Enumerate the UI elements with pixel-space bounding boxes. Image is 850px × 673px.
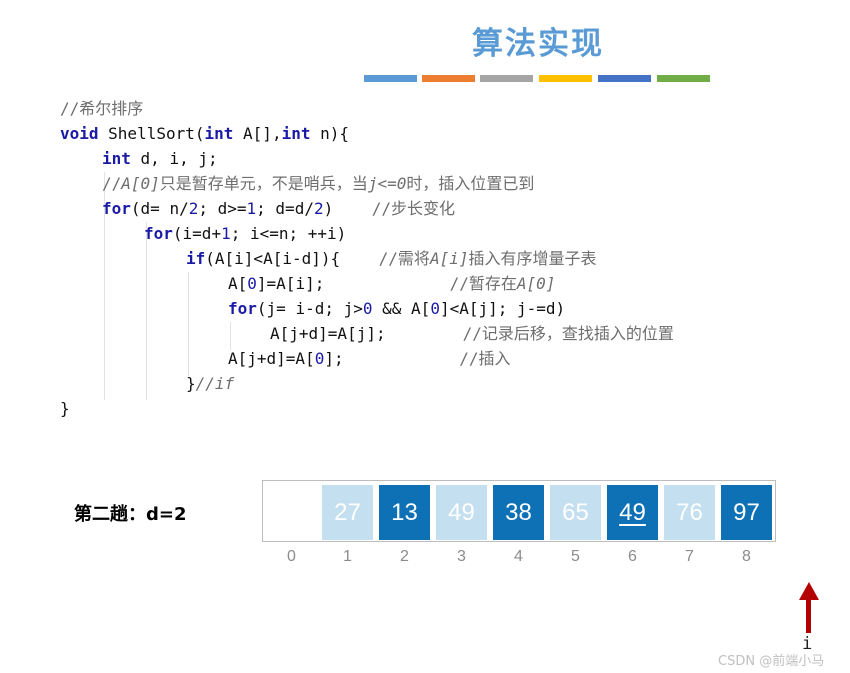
code-text: (A[i]<A[i-d]){ [205,249,379,268]
comment: 只是暂存单元，不是哨兵，当 [159,174,368,193]
comment: //需将 [378,249,430,268]
array-cell-8: 97 [721,485,772,540]
comment: //步长变化 [371,199,456,218]
keyword: int [102,149,131,168]
code-text: (j= i-d; j> [256,299,363,318]
keyword: for [228,299,257,318]
number-literal: 0 [430,299,440,318]
array-cell-6: 49 [607,485,658,540]
code-text: ; d=d/ [256,199,314,218]
code-text: ) [323,199,372,218]
array-index-3: 3 [457,548,466,565]
color-bar-segment-2 [422,75,475,82]
keyword: for [102,199,131,218]
code-text: n){ [310,124,350,143]
watermark: CSDN @前端小马 [718,654,825,669]
code-text: ShellSort( [98,124,205,143]
number-literal: 0 [247,274,257,293]
number-literal: 1 [246,199,257,218]
indent-guide [188,272,189,376]
number-literal: 0 [362,299,373,318]
color-bar-segment-5 [598,75,651,82]
indent-guide [146,222,147,400]
code-line-2: void ShellSort(int A[],int n){ [60,121,349,146]
pass-label: 第二趟：d=2 [74,504,187,525]
code-text: && A[ [372,299,431,318]
code-text: ; i<=n; ++i) [230,224,347,243]
keyword: for [144,224,173,243]
array-index-6: 6 [628,548,637,565]
array-cell-4: 38 [493,485,544,540]
code-text: ]; [324,349,460,368]
array-cell-5: 65 [550,485,601,540]
color-bar-segment-1 [364,75,417,82]
color-bar-segment-4 [539,75,592,82]
array-cell-7: 76 [664,485,715,540]
color-bar-segment-3 [480,75,533,82]
code-text: ]<A[j]; j-=d) [439,299,566,318]
code-text: ]=A[i]; [256,274,450,293]
code-text: A[ [228,274,248,293]
array-index-2: 2 [400,548,409,565]
code-line-3: int d, i, j; [102,146,218,171]
array-index-8: 8 [742,548,751,565]
code-text: } [186,374,196,393]
comment: j<=0 [367,174,407,193]
keyword: int [281,124,311,143]
code-line-4: //A[0]只是暂存单元，不是哨兵，当j<=0时，插入位置已到 [102,171,534,196]
array-index-5: 5 [571,548,580,565]
color-bar-segment-6 [657,75,710,82]
code-line-11: A[j+d]=A[0]; //插入 [228,346,510,371]
code-line-12: }//if [186,371,234,396]
array-index-7: 7 [685,548,694,565]
number-literal: 0 [314,349,325,368]
code-text: (d= n/ [130,199,189,218]
keyword: int [204,124,234,143]
comment: //记录后移，查找插入的位置 [462,324,674,343]
comment: A[i] [429,249,469,268]
code-text: A[j+d]=A[j]; [270,324,463,343]
code-line-6: for(i=d+1; i<=n; ++i) [144,221,346,246]
code-text: ; d>= [198,199,247,218]
code-line-8: A[0]=A[i]; //暂存在A[0] [228,271,555,296]
array-cell-1: 27 [322,485,373,540]
page-title: 算法实现 [472,26,604,62]
number-literal: 2 [188,199,199,218]
keyword: if [186,249,206,268]
code-text: A[], [233,124,282,143]
pointer-arrow-shaft [806,598,811,633]
comment: //插入 [459,349,511,368]
code-line-9: for(j= i-d; j>0 && A[0]<A[j]; j-=d) [228,296,565,321]
number-literal: 2 [313,199,324,218]
comment: 时，插入位置已到 [406,174,535,193]
comment: //暂存在 [449,274,517,293]
code-line-10: A[j+d]=A[j]; //记录后移，查找插入的位置 [270,321,674,346]
code-line-13: } [60,399,70,418]
array-index-0: 0 [287,548,296,565]
comment: A[0] [516,274,556,293]
comment: // [102,174,122,193]
number-literal: 1 [221,224,231,243]
code-line-7: if(A[i]<A[i-d]){ //需将A[i]插入有序增量子表 [186,246,596,271]
code-text: (i=d+ [172,224,222,243]
array-cell-value: 49 [619,498,646,526]
code-text: d, i, j; [130,149,218,168]
array-cell-3: 49 [436,485,487,540]
code-text: A[j+d]=A[ [228,349,315,368]
code-line-1: //希尔排序 [60,99,144,118]
array-index-1: 1 [343,548,352,565]
keyword: void [60,124,99,143]
array-cell-0 [266,485,317,540]
code-line-5: for(d= n/2; d>=1; d=d/2) //步长变化 [102,196,455,221]
comment: //if [195,374,235,393]
array-index-4: 4 [514,548,523,565]
array-cell-2: 13 [379,485,430,540]
comment: A[0] [121,174,160,193]
comment: 插入有序增量子表 [468,249,597,268]
